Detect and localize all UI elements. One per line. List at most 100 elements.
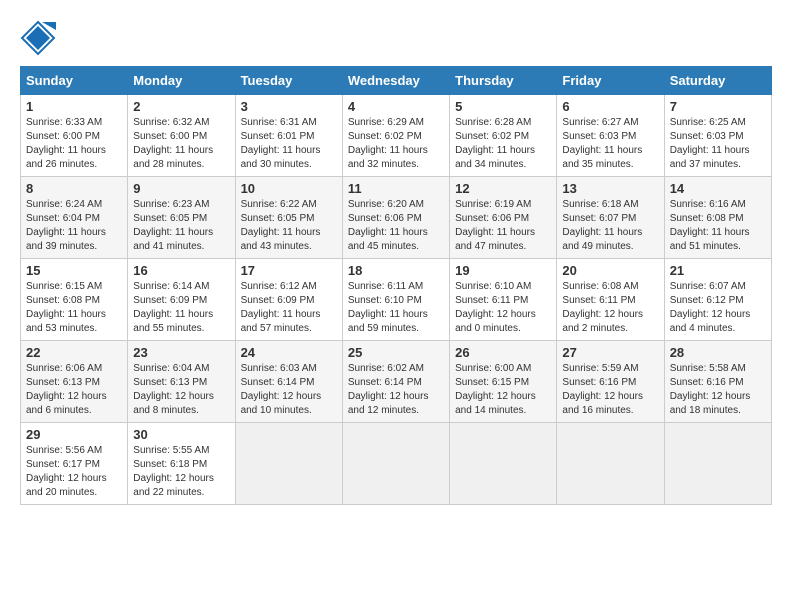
- calendar-cell: 28 Sunrise: 5:58 AM Sunset: 6:16 PM Dayli…: [664, 341, 771, 423]
- calendar-cell: 18 Sunrise: 6:11 AM Sunset: 6:10 PM Dayli…: [342, 259, 449, 341]
- calendar-cell: 16 Sunrise: 6:14 AM Sunset: 6:09 PM Dayli…: [128, 259, 235, 341]
- cell-content: Sunrise: 6:24 AM Sunset: 6:04 PM Dayligh…: [26, 198, 122, 254]
- day-number: 26: [455, 345, 551, 360]
- page-header: [20, 20, 772, 56]
- day-number: 23: [133, 345, 229, 360]
- calendar-cell: [235, 423, 342, 505]
- calendar-cell: 3 Sunrise: 6:31 AM Sunset: 6:01 PM Daylig…: [235, 95, 342, 177]
- calendar-cell: [450, 423, 557, 505]
- calendar-cell: 4Sunrise: 6:29 AM Sunset: 6:02 PM Daylig…: [342, 95, 449, 177]
- day-number: 25: [348, 345, 444, 360]
- day-number: 29: [26, 427, 122, 442]
- calendar-cell: 20 Sunrise: 6:08 AM Sunset: 6:11 PM Dayli…: [557, 259, 664, 341]
- cell-content: Sunrise: 6:18 AM Sunset: 6:07 PM Dayligh…: [562, 198, 658, 254]
- day-number: 22: [26, 345, 122, 360]
- day-number: 28: [670, 345, 766, 360]
- cell-content: Sunrise: 6:33 AM Sunset: 6:00 PM Dayligh…: [26, 116, 122, 172]
- weekday-header-friday: Friday: [557, 67, 664, 95]
- calendar-cell: 27 Sunrise: 5:59 AM Sunset: 6:16 PM Dayli…: [557, 341, 664, 423]
- calendar-cell: 2 Sunrise: 6:32 AM Sunset: 6:00 PM Daylig…: [128, 95, 235, 177]
- calendar-cell: 26 Sunrise: 6:00 AM Sunset: 6:15 PM Dayli…: [450, 341, 557, 423]
- cell-content: Sunrise: 6:15 AM Sunset: 6:08 PM Dayligh…: [26, 280, 122, 336]
- cell-content: Sunrise: 6:31 AM Sunset: 6:01 PM Dayligh…: [241, 116, 337, 172]
- day-number: 30: [133, 427, 229, 442]
- day-number: 7: [670, 99, 766, 114]
- calendar-week-row: 29 Sunrise: 5:56 AM Sunset: 6:17 PM Dayli…: [21, 423, 772, 505]
- cell-content: Sunrise: 6:02 AM Sunset: 6:14 PM Dayligh…: [348, 362, 444, 418]
- day-number: 16: [133, 263, 229, 278]
- day-number: 6: [562, 99, 658, 114]
- calendar-cell: 21 Sunrise: 6:07 AM Sunset: 6:12 PM Dayli…: [664, 259, 771, 341]
- calendar-cell: 9 Sunrise: 6:23 AM Sunset: 6:05 PM Daylig…: [128, 177, 235, 259]
- calendar-cell: 22 Sunrise: 6:06 AM Sunset: 6:13 PM Dayli…: [21, 341, 128, 423]
- calendar-cell: 13 Sunrise: 6:18 AM Sunset: 6:07 PM Dayli…: [557, 177, 664, 259]
- cell-content: Sunrise: 6:23 AM Sunset: 6:05 PM Dayligh…: [133, 198, 229, 254]
- cell-content: Sunrise: 6:11 AM Sunset: 6:10 PM Dayligh…: [348, 280, 444, 336]
- cell-content: Sunrise: 6:06 AM Sunset: 6:13 PM Dayligh…: [26, 362, 122, 418]
- cell-content: Sunrise: 6:12 AM Sunset: 6:09 PM Dayligh…: [241, 280, 337, 336]
- calendar-cell: 1 Sunrise: 6:33 AM Sunset: 6:00 PM Daylig…: [21, 95, 128, 177]
- cell-content: Sunrise: 6:29 AM Sunset: 6:02 PM Dayligh…: [348, 116, 444, 172]
- calendar-cell: 15Sunrise: 6:15 AM Sunset: 6:08 PM Dayli…: [21, 259, 128, 341]
- day-number: 12: [455, 181, 551, 196]
- calendar-cell: 10 Sunrise: 6:22 AM Sunset: 6:05 PM Dayli…: [235, 177, 342, 259]
- calendar-cell: 11Sunrise: 6:20 AM Sunset: 6:06 PM Dayli…: [342, 177, 449, 259]
- day-number: 9: [133, 181, 229, 196]
- calendar-week-row: 15Sunrise: 6:15 AM Sunset: 6:08 PM Dayli…: [21, 259, 772, 341]
- logo-icon: [20, 20, 56, 56]
- calendar-cell: 25 Sunrise: 6:02 AM Sunset: 6:14 PM Dayli…: [342, 341, 449, 423]
- day-number: 10: [241, 181, 337, 196]
- calendar-week-row: 8 Sunrise: 6:24 AM Sunset: 6:04 PM Daylig…: [21, 177, 772, 259]
- calendar-cell: 19 Sunrise: 6:10 AM Sunset: 6:11 PM Dayli…: [450, 259, 557, 341]
- day-number: 19: [455, 263, 551, 278]
- weekday-header-sunday: Sunday: [21, 67, 128, 95]
- calendar-cell: 23 Sunrise: 6:04 AM Sunset: 6:13 PM Dayli…: [128, 341, 235, 423]
- cell-content: Sunrise: 6:28 AM Sunset: 6:02 PM Dayligh…: [455, 116, 551, 172]
- cell-content: Sunrise: 6:32 AM Sunset: 6:00 PM Dayligh…: [133, 116, 229, 172]
- calendar-cell: 6Sunrise: 6:27 AM Sunset: 6:03 PM Daylig…: [557, 95, 664, 177]
- day-number: 1: [26, 99, 122, 114]
- calendar-week-row: 22 Sunrise: 6:06 AM Sunset: 6:13 PM Dayli…: [21, 341, 772, 423]
- cell-content: Sunrise: 6:14 AM Sunset: 6:09 PM Dayligh…: [133, 280, 229, 336]
- day-number: 5: [455, 99, 551, 114]
- day-number: 21: [670, 263, 766, 278]
- calendar-cell: 7 Sunrise: 6:25 AM Sunset: 6:03 PM Daylig…: [664, 95, 771, 177]
- weekday-header-saturday: Saturday: [664, 67, 771, 95]
- calendar-cell: 5 Sunrise: 6:28 AM Sunset: 6:02 PM Daylig…: [450, 95, 557, 177]
- cell-content: Sunrise: 5:58 AM Sunset: 6:16 PM Dayligh…: [670, 362, 766, 418]
- day-number: 3: [241, 99, 337, 114]
- cell-content: Sunrise: 6:04 AM Sunset: 6:13 PM Dayligh…: [133, 362, 229, 418]
- day-number: 24: [241, 345, 337, 360]
- weekday-header-tuesday: Tuesday: [235, 67, 342, 95]
- calendar-cell: 17 Sunrise: 6:12 AM Sunset: 6:09 PM Dayli…: [235, 259, 342, 341]
- cell-content: Sunrise: 6:22 AM Sunset: 6:05 PM Dayligh…: [241, 198, 337, 254]
- cell-content: Sunrise: 5:55 AM Sunset: 6:18 PM Dayligh…: [133, 444, 229, 500]
- cell-content: Sunrise: 6:10 AM Sunset: 6:11 PM Dayligh…: [455, 280, 551, 336]
- day-number: 13: [562, 181, 658, 196]
- weekday-header-row: SundayMondayTuesdayWednesdayThursdayFrid…: [21, 67, 772, 95]
- day-number: 8: [26, 181, 122, 196]
- day-number: 20: [562, 263, 658, 278]
- day-number: 18: [348, 263, 444, 278]
- calendar-cell: 14Sunrise: 6:16 AM Sunset: 6:08 PM Dayli…: [664, 177, 771, 259]
- cell-content: Sunrise: 6:07 AM Sunset: 6:12 PM Dayligh…: [670, 280, 766, 336]
- cell-content: Sunrise: 5:59 AM Sunset: 6:16 PM Dayligh…: [562, 362, 658, 418]
- calendar-cell: [664, 423, 771, 505]
- calendar-cell: [557, 423, 664, 505]
- cell-content: Sunrise: 6:16 AM Sunset: 6:08 PM Dayligh…: [670, 198, 766, 254]
- cell-content: Sunrise: 6:03 AM Sunset: 6:14 PM Dayligh…: [241, 362, 337, 418]
- cell-content: Sunrise: 5:56 AM Sunset: 6:17 PM Dayligh…: [26, 444, 122, 500]
- cell-content: Sunrise: 6:00 AM Sunset: 6:15 PM Dayligh…: [455, 362, 551, 418]
- cell-content: Sunrise: 6:25 AM Sunset: 6:03 PM Dayligh…: [670, 116, 766, 172]
- calendar-cell: 29 Sunrise: 5:56 AM Sunset: 6:17 PM Dayli…: [21, 423, 128, 505]
- weekday-header-thursday: Thursday: [450, 67, 557, 95]
- cell-content: Sunrise: 6:08 AM Sunset: 6:11 PM Dayligh…: [562, 280, 658, 336]
- day-number: 2: [133, 99, 229, 114]
- cell-content: Sunrise: 6:20 AM Sunset: 6:06 PM Dayligh…: [348, 198, 444, 254]
- day-number: 17: [241, 263, 337, 278]
- weekday-header-wednesday: Wednesday: [342, 67, 449, 95]
- day-number: 27: [562, 345, 658, 360]
- logo: [20, 20, 62, 56]
- calendar-cell: 24 Sunrise: 6:03 AM Sunset: 6:14 PM Dayli…: [235, 341, 342, 423]
- calendar-cell: 30 Sunrise: 5:55 AM Sunset: 6:18 PM Dayli…: [128, 423, 235, 505]
